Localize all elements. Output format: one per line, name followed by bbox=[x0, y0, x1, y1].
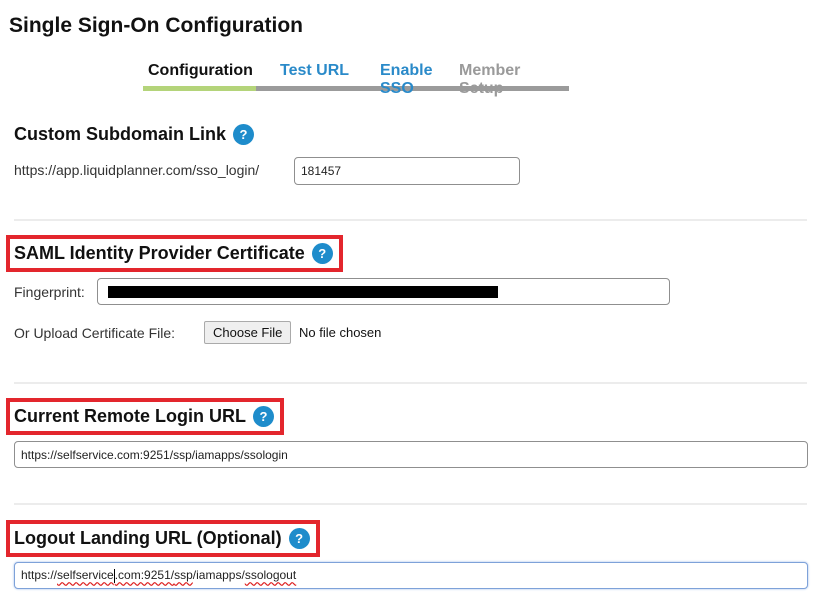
help-icon[interactable]: ? bbox=[253, 406, 274, 427]
tab-member-setup: Member Setup bbox=[459, 58, 569, 97]
choose-file-button[interactable]: Choose File bbox=[204, 321, 292, 344]
logout-url-input[interactable]: https://selfservice.com:9251/ssp/iamapps… bbox=[14, 562, 808, 589]
subdomain-input-value: 181457 bbox=[301, 164, 342, 178]
url-part-misspelled: ssologout bbox=[244, 568, 297, 583]
logout-heading-text: Logout Landing URL (Optional) bbox=[14, 528, 282, 548]
tab-enable-sso[interactable]: Enable SSO bbox=[356, 58, 459, 97]
fingerprint-label: Fingerprint: bbox=[14, 284, 85, 300]
url-part-misspelled: ssp bbox=[174, 568, 193, 583]
section-divider bbox=[14, 382, 807, 384]
tab-test-url[interactable]: Test URL bbox=[256, 58, 356, 91]
section-divider bbox=[14, 503, 807, 505]
tab-configuration[interactable]: Configuration bbox=[143, 58, 256, 91]
logout-heading: Logout Landing URL (Optional) ? bbox=[6, 520, 320, 557]
remote-login-heading: Current Remote Login URL ? bbox=[6, 398, 284, 435]
logout-url-value: https://selfservice.com:9251/ssp/iamapps… bbox=[21, 568, 296, 583]
remote-login-url-input[interactable]: https://selfservice.com:9251/ssp/iamapps… bbox=[14, 441, 808, 468]
no-file-chosen-text: No file chosen bbox=[299, 325, 382, 340]
remote-login-url-value: https://selfservice.com:9251/ssp/iamapps… bbox=[21, 447, 288, 462]
help-icon[interactable]: ? bbox=[311, 243, 333, 264]
fingerprint-input[interactable] bbox=[97, 278, 670, 305]
help-icon[interactable]: ? bbox=[233, 124, 255, 145]
url-part-misspelled: selfservice bbox=[57, 568, 114, 583]
url-part-misspelled: .com:9251/ bbox=[114, 568, 175, 583]
subdomain-heading: Custom Subdomain Link ? bbox=[14, 124, 255, 145]
subdomain-input[interactable]: 181457 bbox=[294, 157, 520, 185]
tab-bar: Configuration Test URL Enable SSO Member… bbox=[143, 58, 569, 97]
page-title: Single Sign-On Configuration bbox=[9, 14, 303, 37]
section-divider bbox=[14, 219, 807, 221]
help-icon[interactable]: ? bbox=[288, 528, 310, 549]
subdomain-prefix: https://app.liquidplanner.com/sso_login/ bbox=[14, 162, 260, 178]
url-part: /iamapps/ bbox=[192, 568, 245, 583]
certificate-heading: SAML Identity Provider Certificate ? bbox=[6, 235, 343, 272]
remote-login-heading-text: Current Remote Login URL bbox=[14, 406, 246, 426]
url-part: https:// bbox=[21, 568, 58, 583]
subdomain-heading-text: Custom Subdomain Link bbox=[14, 124, 227, 144]
certificate-heading-text: SAML Identity Provider Certificate bbox=[14, 243, 305, 263]
redacted-fingerprint bbox=[108, 285, 498, 298]
upload-certificate-label: Or Upload Certificate File: bbox=[14, 325, 176, 341]
